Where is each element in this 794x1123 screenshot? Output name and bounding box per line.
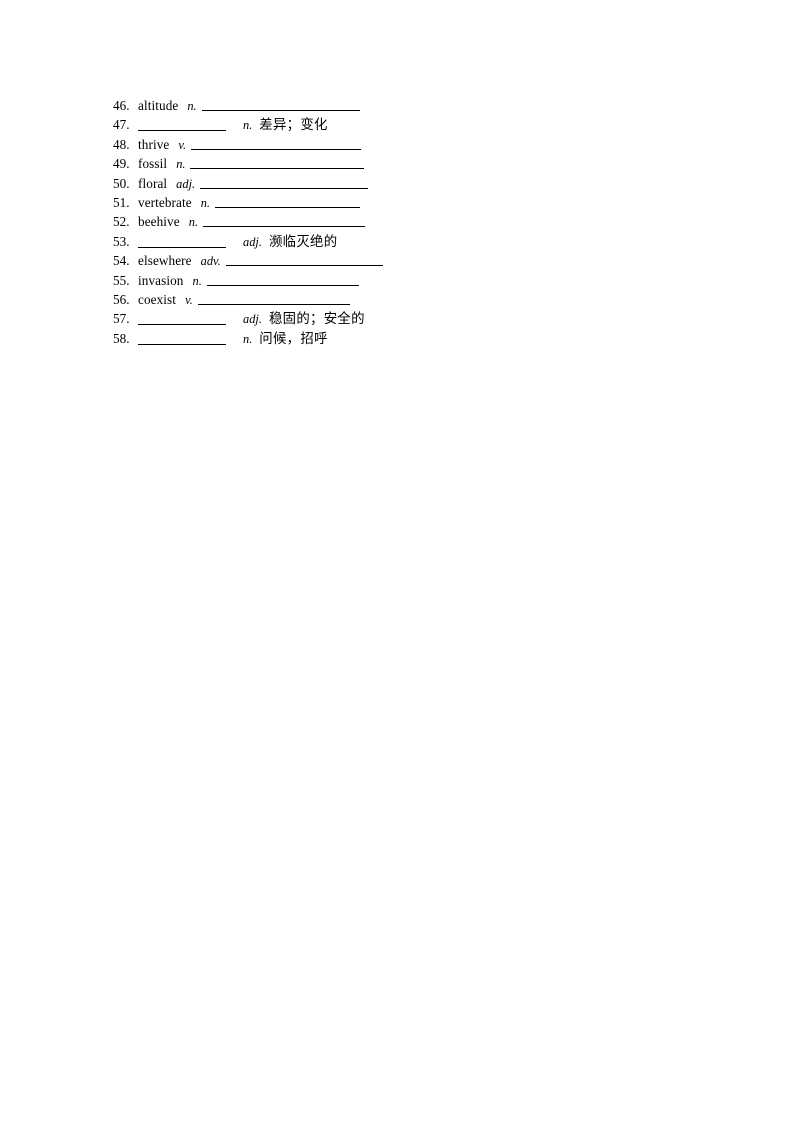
part-of-speech: adv. (200, 254, 221, 269)
answer-blank-line[interactable] (190, 156, 365, 170)
item-number: 56. (113, 291, 130, 307)
item-number: 47. (113, 117, 130, 133)
item-number: 53. (113, 233, 130, 249)
vocab-word: vertebrate (138, 194, 192, 210)
vocab-word: altitude (138, 98, 179, 113)
vocab-word: invasion (138, 272, 184, 288)
vocab-word: coexist (138, 291, 177, 307)
word-blank-line[interactable] (138, 117, 226, 132)
answer-blank-line[interactable] (225, 253, 383, 267)
part-of-speech: n. (192, 273, 202, 288)
vocab-word: thrive (138, 136, 170, 152)
vocab-row: 50. floral adj. (113, 174, 713, 193)
item-number: 46. (113, 98, 130, 113)
part-of-speech: n. (188, 215, 199, 230)
item-number: 50. (113, 175, 130, 191)
answer-blank-line[interactable] (206, 273, 359, 286)
part-of-speech: n. (243, 118, 253, 133)
word-blank-line[interactable] (138, 311, 226, 326)
word-blank-line[interactable] (138, 234, 226, 248)
answer-blank-line[interactable] (203, 214, 366, 228)
vocab-row: 53. adj. 濒临灭绝的 (113, 232, 713, 251)
item-number: 52. (113, 214, 130, 230)
item-number: 51. (113, 194, 130, 210)
vocab-row: 47. n. 差异；变化 (113, 115, 713, 134)
word-blank-line[interactable] (138, 331, 226, 345)
chinese-definition: 问候，招呼 (259, 331, 328, 347)
vocab-row: 56. coexist v. (113, 290, 713, 309)
part-of-speech: v. (185, 292, 193, 307)
chinese-definition: 濒临灭绝的 (268, 234, 338, 250)
vocab-row: 58. n. 问候，招呼 (113, 329, 713, 348)
answer-blank-line[interactable] (215, 195, 361, 208)
vocab-row: 52. beehive n. (113, 212, 713, 231)
item-number: 57. (113, 311, 130, 327)
item-number: 49. (113, 156, 130, 172)
vocab-row: 49. fossil n. (113, 154, 713, 173)
item-number: 55. (113, 272, 130, 288)
item-number: 58. (113, 330, 130, 346)
part-of-speech: adj. (243, 312, 262, 327)
vocab-row: 55. invasion n. (113, 271, 713, 290)
answer-blank-line[interactable] (200, 176, 369, 189)
vocab-row: 46. altitude n. (113, 96, 713, 115)
part-of-speech: adj. (176, 176, 196, 191)
answer-blank-line[interactable] (197, 292, 350, 305)
part-of-speech: n. (243, 331, 253, 346)
vocab-row: 51. vertebrate n. (113, 193, 713, 212)
answer-blank-line[interactable] (201, 98, 360, 111)
part-of-speech: v. (178, 137, 187, 152)
part-of-speech: n. (176, 157, 186, 172)
part-of-speech: n. (187, 99, 197, 113)
vocab-word: elsewhere (138, 253, 192, 269)
vocab-word: floral (138, 175, 168, 191)
vocab-row: 54. elsewhere adv. (113, 251, 713, 270)
vocab-row: 48. thrive v. (113, 135, 713, 154)
item-number: 48. (113, 136, 130, 152)
vocabulary-worksheet: 46. altitude n. 47. n. 差异；变化 48. thrive v. 49. fos… (113, 96, 713, 348)
part-of-speech: adj. (243, 234, 262, 249)
chinese-definition: 差异；变化 (259, 118, 328, 134)
vocab-word: fossil (138, 156, 168, 172)
vocab-row: 57. adj. 稳固的；安全的 (113, 309, 713, 328)
chinese-definition: 稳固的；安全的 (268, 312, 365, 328)
item-number: 54. (113, 253, 130, 269)
part-of-speech: n. (200, 195, 211, 210)
vocab-word: beehive (138, 214, 180, 230)
answer-blank-line[interactable] (191, 137, 362, 150)
